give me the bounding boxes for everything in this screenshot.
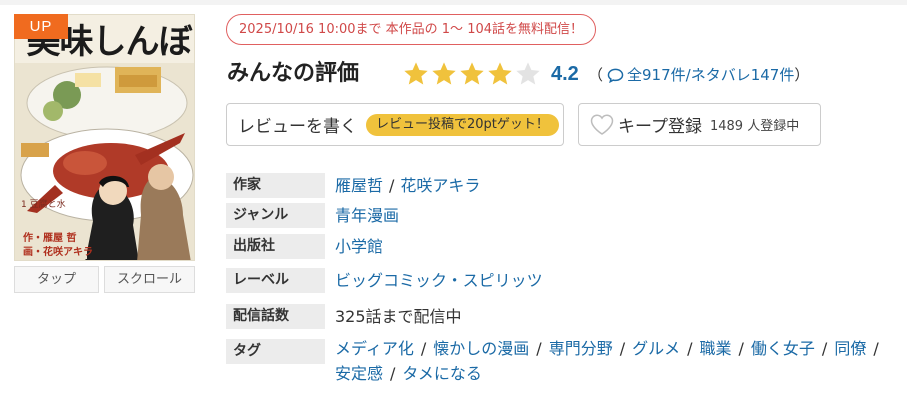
author-separator: / <box>389 176 395 195</box>
tag-link[interactable]: 職業 <box>700 339 732 358</box>
rating-score: 4.2 <box>551 63 579 85</box>
episodes-value: 325話まで配信中 <box>335 307 462 326</box>
publisher-label: 出版社 <box>226 234 325 259</box>
episodes-label: 配信話数 <box>226 304 325 329</box>
detail-row-author: 作家 雁屋哲 / 花咲アキラ <box>226 173 480 198</box>
detail-row-label: レーベル ビッグコミック・スピリッツ <box>226 268 543 293</box>
tag-separator: / <box>420 339 427 358</box>
tags-label: タグ <box>226 339 325 364</box>
cover-credit-artist: 画・花咲アキラ <box>23 245 93 258</box>
detail-row-genre: ジャンル 青年漫画 <box>226 203 399 228</box>
tag-link[interactable]: 安定感 <box>335 364 383 383</box>
star-icon-filled <box>432 62 456 85</box>
tag-link[interactable]: グルメ <box>632 339 680 358</box>
author-link[interactable]: 雁屋哲 <box>335 176 383 195</box>
tag-separator: / <box>619 339 626 358</box>
publisher-link[interactable]: 小学館 <box>335 237 383 256</box>
tag-list: メディア化 / 懐かしの漫画 / 専門分野 / グルメ / 職業 / 働く女子 / 同僚 / 安定感 / タメに… <box>335 336 895 386</box>
tap-view-button[interactable]: タップ <box>14 266 99 293</box>
publisher-value: 小学館 <box>335 234 383 259</box>
top-band <box>0 0 907 5</box>
star-icon-empty <box>516 62 540 85</box>
tag-link[interactable]: タメになる <box>402 364 482 383</box>
tag-link[interactable]: 専門分野 <box>549 339 613 358</box>
heart-icon <box>590 114 614 135</box>
imprint-link[interactable]: ビッグコミック・スピリッツ <box>335 271 543 290</box>
rating-title: みんなの評価 <box>227 61 360 86</box>
keep-button[interactable]: キープ登録 1489 人登録中 <box>578 103 821 146</box>
tag-separator: / <box>390 364 396 383</box>
author-link[interactable]: 花咲アキラ <box>400 176 480 195</box>
close-paren: ） <box>794 66 810 84</box>
comment-icon <box>607 68 624 83</box>
star-icon-filled <box>404 62 428 85</box>
tag-separator: / <box>687 339 693 358</box>
review-counts-link[interactable]: 全917件/ネタバレ147件 <box>627 62 794 88</box>
up-badge: UP <box>14 14 68 39</box>
cover-volume-caption: 1 豆腐と水 <box>21 198 66 210</box>
tag-link[interactable]: 働く女子 <box>751 339 815 358</box>
detail-row-publisher: 出版社 小学館 <box>226 234 383 259</box>
tag-separator: / <box>738 339 744 358</box>
detail-row-tags: タグ <box>226 339 325 364</box>
tag-link[interactable]: 同僚 <box>834 339 866 358</box>
tag-separator: / <box>536 339 542 358</box>
star-icon-filled <box>460 62 484 85</box>
imprint-label: レーベル <box>226 268 325 293</box>
write-review-label: レビューを書く <box>238 117 357 137</box>
review-points-badge: レビュー投稿で20ptゲット！ <box>366 113 559 136</box>
detail-row-episodes: 配信話数 325話まで配信中 <box>226 304 462 329</box>
genre-value: 青年漫画 <box>335 203 399 228</box>
cover-image[interactable]: 美味しんぼ 1 豆腐と水 作・雁屋 哲 画・花咲アキラ <box>14 14 195 261</box>
open-paren: （ <box>588 66 604 84</box>
star-icon-filled <box>488 62 512 85</box>
tag-link[interactable]: メディア化 <box>335 339 414 358</box>
keep-count: 1489 人登録中 <box>709 119 800 134</box>
genre-label: ジャンル <box>226 203 325 228</box>
scroll-view-button[interactable]: スクロール <box>104 266 195 293</box>
author-value: 雁屋哲 / 花咲アキラ <box>335 173 480 198</box>
tag-separator: / <box>873 339 879 358</box>
tag-separator: / <box>821 339 828 358</box>
keep-button-label: キープ登録 <box>618 117 702 137</box>
write-review-button[interactable]: レビューを書く レビュー投稿で20ptゲット！ <box>226 103 564 146</box>
tag-link[interactable]: 懐かしの漫画 <box>433 339 529 358</box>
author-label: 作家 <box>226 173 325 198</box>
review-counts: （ 全917件/ネタバレ147件 ） <box>588 62 809 88</box>
imprint-value: ビッグコミック・スピリッツ <box>335 268 543 293</box>
free-episodes-notice: 2025/10/16 10:00まで 本作品の 1～ 104話を無料配信！ <box>226 14 597 45</box>
star-rating <box>402 60 542 88</box>
genre-link[interactable]: 青年漫画 <box>335 206 399 225</box>
cover-illustration: 美味しんぼ 1 豆腐と水 作・雁屋 哲 画・花咲アキラ <box>15 15 194 260</box>
cover-credit-author: 作・雁屋 哲 <box>23 231 76 244</box>
